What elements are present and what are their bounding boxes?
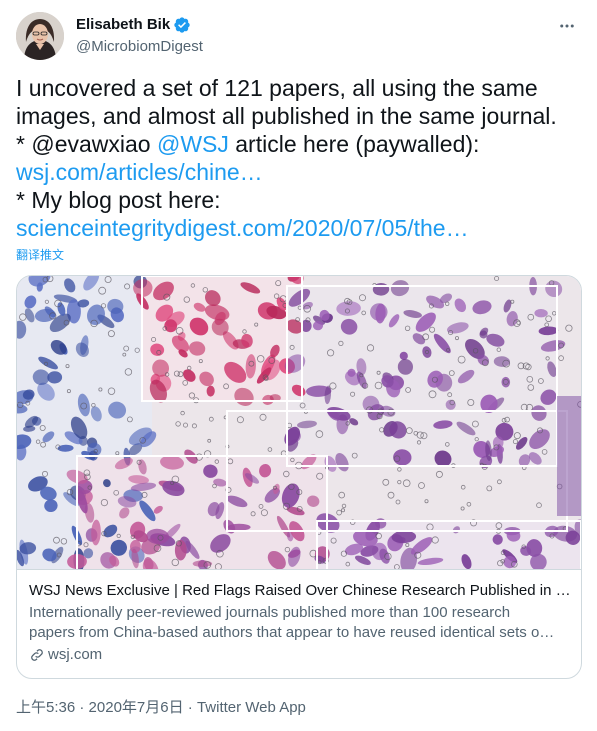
separator: · bbox=[183, 699, 197, 716]
author-info: Elisabeth Bik @MicrobiomDigest bbox=[76, 15, 203, 57]
tweet-date[interactable]: 2020年7月6日 bbox=[89, 699, 184, 716]
card-body: WSJ News Exclusive | Red Flags Raised Ov… bbox=[29, 581, 569, 665]
tweet-text-line: I uncovered a set of 121 papers, all usi… bbox=[16, 75, 538, 101]
stained-cell bbox=[192, 560, 213, 567]
bullet: * bbox=[16, 131, 32, 157]
display-name[interactable]: Elisabeth Bik bbox=[76, 15, 170, 35]
wsj-article-link[interactable]: wsj.com/articles/chine… bbox=[16, 158, 582, 186]
card-domain: wsj.com bbox=[29, 645, 569, 665]
card-domain-text: wsj.com bbox=[48, 646, 103, 663]
microscopy-image bbox=[17, 276, 581, 569]
tweet-source[interactable]: Twitter Web App bbox=[197, 699, 306, 716]
translate-tweet-button[interactable]: 翻译推文 bbox=[16, 247, 64, 263]
tweet-time[interactable]: 上午5:36 bbox=[16, 699, 75, 716]
more-options-icon[interactable] bbox=[555, 14, 579, 38]
link-icon bbox=[31, 649, 43, 661]
author-handle[interactable]: @MicrobiomDigest bbox=[76, 37, 203, 57]
avatar[interactable] bbox=[16, 12, 64, 60]
mention-evawxiao[interactable]: @evawxiao bbox=[31, 131, 150, 157]
tweet-text-line: * My blog post here: bbox=[16, 187, 221, 213]
stained-cell bbox=[164, 319, 178, 333]
verified-badge-icon bbox=[173, 16, 191, 34]
card-image[interactable] bbox=[17, 276, 581, 570]
tweet-text: I uncovered a set of 121 papers, all usi… bbox=[16, 74, 582, 242]
stained-cell bbox=[503, 556, 517, 569]
tweet-header: Elisabeth Bik @MicrobiomDigest bbox=[16, 12, 581, 60]
card-description-line: Internationally peer-reviewed journals p… bbox=[29, 604, 511, 621]
separator: · bbox=[75, 699, 89, 716]
card-title: WSJ News Exclusive | Red Flags Raised Ov… bbox=[29, 582, 569, 599]
mention-wsj[interactable]: @WSJ bbox=[157, 131, 229, 157]
tweet-metadata: 上午5:36 · 2020年7月6日 · Twitter Web App bbox=[16, 698, 306, 718]
card-description-line: papers from China-based authors that app… bbox=[29, 624, 555, 641]
tweet-text-line: * @evawxiao @WSJ article here (paywalled… bbox=[16, 130, 582, 158]
link-preview-card[interactable]: WSJ News Exclusive | Red Flags Raised Ov… bbox=[16, 275, 582, 679]
card-description: Internationally peer-reviewed journals p… bbox=[29, 603, 569, 643]
tweet-text-segment: article here (paywalled): bbox=[228, 131, 480, 157]
blog-post-link[interactable]: scienceintegritydigest.com/2020/07/05/th… bbox=[16, 214, 582, 242]
tweet-text-line: images, and almost all published in the … bbox=[16, 103, 557, 129]
